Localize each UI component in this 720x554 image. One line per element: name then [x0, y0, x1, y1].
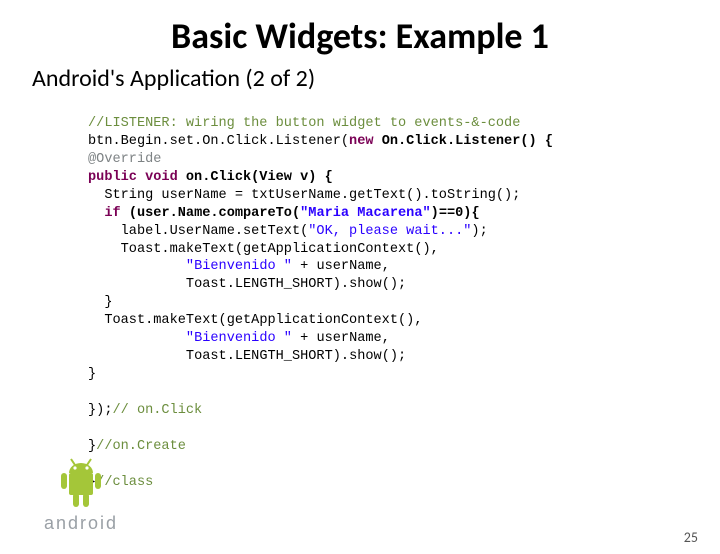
android-logo: android — [26, 455, 136, 534]
code-line: } — [88, 367, 96, 382]
code-comment: //LISTENER: wiring the button widget to … — [88, 116, 520, 131]
code-line: } — [104, 295, 112, 310]
code-line — [88, 349, 186, 364]
brand-label: android — [26, 513, 136, 534]
code-line: ).show(); — [333, 349, 406, 364]
code-line — [88, 259, 186, 274]
code-line: ).show(); — [333, 277, 406, 292]
code-line: Toast. — [186, 349, 235, 364]
code-line: (user.Name.compareTo( — [121, 206, 300, 221]
page-number: 25 — [684, 529, 698, 546]
code-line: ); — [471, 224, 487, 239]
code-line: }); — [88, 403, 112, 418]
code-string: "Maria Macarena" — [300, 206, 431, 221]
code-line — [88, 206, 104, 221]
code-line: + userName, — [292, 331, 390, 346]
code-line: LENGTH_SHORT — [235, 349, 333, 364]
code-line: On.Click.Listener() { — [374, 134, 553, 149]
code-line — [88, 295, 104, 310]
code-line: + userName, — [292, 259, 390, 274]
code-line: LENGTH_SHORT — [235, 277, 333, 292]
slide-subtitle: Android's Application (2 of 2) — [32, 64, 720, 93]
android-icon — [57, 455, 105, 511]
code-line — [88, 242, 121, 257]
code-line: Toast. — [186, 277, 235, 292]
code-line: } — [88, 439, 96, 454]
code-line: Toast.makeText(getApplicationContext(), — [121, 242, 439, 257]
code-line — [88, 313, 104, 328]
code-block: //LISTENER: wiring the button widget to … — [88, 97, 720, 492]
code-line: on.Click(View v) { — [178, 170, 333, 185]
code-keyword: if — [104, 206, 120, 221]
code-line — [88, 331, 186, 346]
code-line: Toast.makeText(getApplicationContext(), — [104, 313, 422, 328]
code-line: btn.Begin.set.On.Click.Listener( — [88, 134, 349, 149]
code-string: "Bienvenido " — [186, 259, 292, 274]
slide-title: Basic Widgets: Example 1 — [0, 14, 720, 58]
code-string: "OK, please wait..." — [308, 224, 471, 239]
code-annotation: @Override — [88, 152, 161, 167]
code-line — [88, 224, 121, 239]
code-line — [88, 277, 186, 292]
code-line: )==0){ — [431, 206, 480, 221]
code-comment: // on.Click — [112, 403, 202, 418]
code-line: String userName = txtUserName.getText().… — [104, 188, 520, 203]
code-line — [88, 188, 104, 203]
code-keyword: new — [349, 134, 373, 149]
code-keyword: public void — [88, 170, 178, 185]
code-line: label.UserName.setText( — [121, 224, 309, 239]
code-string: "Bienvenido " — [186, 331, 292, 346]
code-comment: //on.Create — [96, 439, 186, 454]
